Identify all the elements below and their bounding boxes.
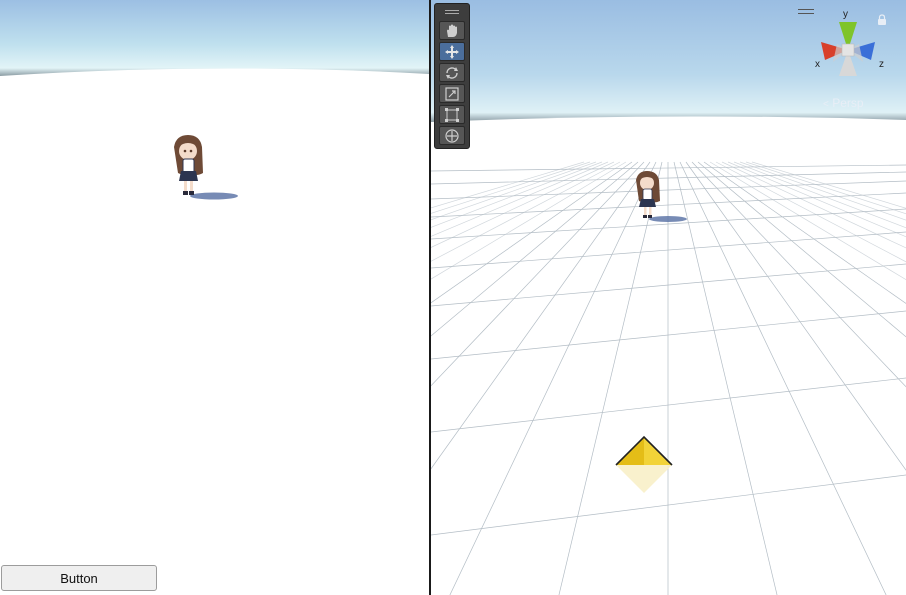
rect-transform-icon: [445, 107, 459, 122]
scale-tool-button[interactable]: [439, 84, 465, 103]
transform-tool-button[interactable]: [439, 126, 465, 145]
move-icon: [445, 44, 459, 59]
ui-button[interactable]: Button: [1, 565, 157, 591]
hand-tool-button[interactable]: [439, 21, 465, 40]
gizmo-z-label: z: [879, 59, 884, 70]
orientation-gizmo[interactable]: [813, 14, 883, 84]
game-view[interactable]: Button: [0, 0, 429, 595]
projection-text: Persp: [832, 96, 864, 110]
scale-icon: [445, 86, 459, 101]
projection-label[interactable]: < Persp: [823, 96, 864, 110]
rotate-icon: [446, 66, 458, 79]
palette-grip[interactable]: [445, 10, 459, 14]
move-tool-button[interactable]: [439, 42, 465, 61]
character-sprite: [174, 135, 238, 200]
directional-light-gizmo[interactable]: [614, 435, 674, 495]
gizmo-x-label: x: [815, 59, 820, 70]
view-options-menu-icon[interactable]: [798, 9, 814, 14]
transform-icon: [445, 128, 459, 143]
game-sky: [0, 0, 429, 110]
character-sprite-scene: [636, 171, 687, 222]
persp-arrow-icon: <: [823, 99, 829, 110]
scene-view[interactable]: y x z < Persp: [431, 0, 906, 595]
hand-icon: [447, 24, 457, 37]
scene-viewport: [431, 0, 906, 595]
tool-palette: [434, 3, 470, 149]
rotate-tool-button[interactable]: [439, 63, 465, 82]
gizmo-y-label: y: [843, 9, 848, 20]
rect-tool-button[interactable]: [439, 105, 465, 124]
